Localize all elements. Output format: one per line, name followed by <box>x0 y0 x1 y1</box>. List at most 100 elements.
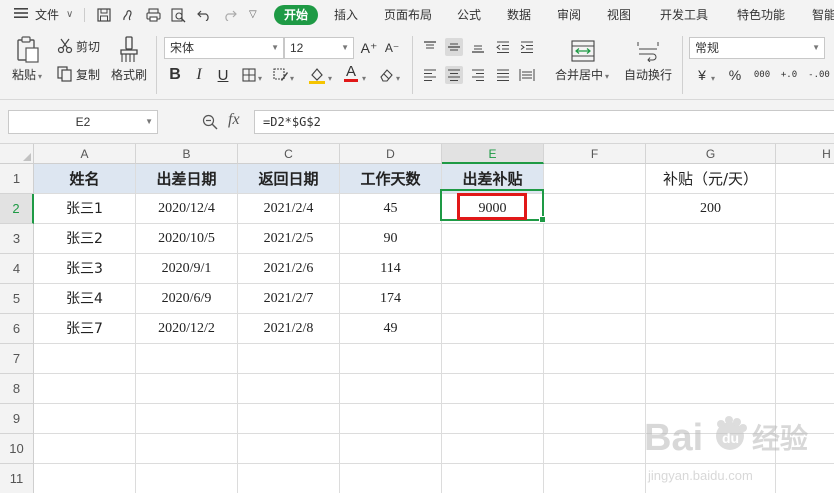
cell-h7[interactable] <box>776 344 834 374</box>
cell-g4[interactable] <box>646 254 776 284</box>
column-header-a[interactable]: A <box>34 144 136 164</box>
row-header-9[interactable]: 9 <box>0 404 34 434</box>
cell-c7[interactable] <box>238 344 340 374</box>
clear-format-dropdown-icon[interactable]: ▾ <box>396 72 400 86</box>
cell-d10[interactable] <box>340 434 442 464</box>
print-icon[interactable] <box>145 7 161 23</box>
chevron-down-icon[interactable]: ∨ <box>66 6 73 24</box>
cell-d8[interactable] <box>340 374 442 404</box>
distributed-align-icon[interactable] <box>518 66 536 84</box>
hamburger-icon[interactable] <box>14 6 28 24</box>
cell-g7[interactable] <box>646 344 776 374</box>
percent-icon[interactable]: % <box>726 66 744 84</box>
cell-e5[interactable] <box>442 284 544 314</box>
font-color-dropdown-icon[interactable]: ▾ <box>362 72 366 86</box>
cell-b8[interactable] <box>136 374 238 404</box>
merge-center-button[interactable]: 合并居中 <box>555 68 603 82</box>
redo-icon[interactable] <box>222 7 238 23</box>
fill-color-dropdown-icon[interactable]: ▾ <box>328 72 332 86</box>
cell-f2[interactable] <box>544 194 646 224</box>
cell-h1[interactable] <box>776 164 834 194</box>
borders-dropdown-icon[interactable]: ▾ <box>258 72 262 86</box>
currency-icon[interactable]: ¥ <box>693 66 711 84</box>
cell-a2[interactable]: 张三1 <box>34 194 136 224</box>
row-header-10[interactable]: 10 <box>0 434 34 464</box>
decrease-decimal-icon[interactable]: -.00 <box>806 66 832 84</box>
cell-g6[interactable] <box>646 314 776 344</box>
cell-d1[interactable]: 工作天数 <box>340 164 442 194</box>
tab-start[interactable]: 开始 <box>274 5 318 25</box>
decrease-font-icon[interactable]: A⁻ <box>383 39 401 57</box>
cell-a5[interactable]: 张三4 <box>34 284 136 314</box>
number-format-select[interactable]: 常规 ▼ <box>689 37 825 59</box>
cell-f11[interactable] <box>544 464 646 493</box>
cell-f1[interactable] <box>544 164 646 194</box>
save-icon[interactable] <box>96 7 112 23</box>
cell-c8[interactable] <box>238 374 340 404</box>
column-header-g[interactable]: G <box>646 144 776 164</box>
cell-d4[interactable]: 114 <box>340 254 442 284</box>
cut-button[interactable]: 剪切 <box>76 40 100 54</box>
cell-b6[interactable]: 2020/12/2 <box>136 314 238 344</box>
cell-h3[interactable] <box>776 224 834 254</box>
tab-insert[interactable]: 插入 <box>334 6 358 24</box>
cell-d11[interactable] <box>340 464 442 493</box>
cell-e1[interactable]: 出差补贴 <box>442 164 544 194</box>
font-name-select[interactable]: 宋体 ▼ <box>164 37 284 59</box>
justify-icon[interactable] <box>494 66 512 84</box>
increase-decimal-icon[interactable]: +.0 <box>778 66 800 84</box>
paste-dropdown-icon[interactable]: ▾ <box>38 70 42 84</box>
column-header-b[interactable]: B <box>136 144 238 164</box>
scissors-icon[interactable] <box>57 38 73 54</box>
wrap-text-button[interactable]: 自动换行 <box>624 68 672 82</box>
cell-f10[interactable] <box>544 434 646 464</box>
thousands-separator-icon[interactable]: 000 <box>751 66 773 84</box>
cell-g11[interactable] <box>646 464 776 493</box>
formula-input[interactable]: =D2*$G$2 <box>254 110 834 134</box>
cell-f9[interactable] <box>544 404 646 434</box>
paste-icon[interactable] <box>16 36 40 64</box>
merge-dropdown-icon[interactable]: ▾ <box>605 70 609 84</box>
cell-a8[interactable] <box>34 374 136 404</box>
cell-b5[interactable]: 2020/6/9 <box>136 284 238 314</box>
cell-b11[interactable] <box>136 464 238 493</box>
cell-e8[interactable] <box>442 374 544 404</box>
cell-c1[interactable]: 返回日期 <box>238 164 340 194</box>
cell-e10[interactable] <box>442 434 544 464</box>
cell-h5[interactable] <box>776 284 834 314</box>
select-all-corner[interactable] <box>0 144 34 164</box>
cell-style-icon[interactable] <box>272 66 290 84</box>
row-header-3[interactable]: 3 <box>0 224 34 254</box>
font-size-select[interactable]: 12 ▼ <box>284 37 354 59</box>
cell-h8[interactable] <box>776 374 834 404</box>
cell-c2[interactable]: 2021/2/4 <box>238 194 340 224</box>
cell-g9[interactable] <box>646 404 776 434</box>
align-bottom-icon[interactable] <box>469 38 487 56</box>
cell-f5[interactable] <box>544 284 646 314</box>
tab-view[interactable]: 视图 <box>607 6 631 24</box>
merge-center-icon[interactable] <box>571 40 595 62</box>
column-header-c[interactable]: C <box>238 144 340 164</box>
tab-data[interactable]: 数据 <box>507 6 531 24</box>
cell-c9[interactable] <box>238 404 340 434</box>
clear-format-icon[interactable] <box>378 66 396 84</box>
cell-a7[interactable] <box>34 344 136 374</box>
cell-b9[interactable] <box>136 404 238 434</box>
cell-a4[interactable]: 张三3 <box>34 254 136 284</box>
insert-function-icon[interactable]: fx <box>228 111 240 129</box>
zoom-icon[interactable] <box>202 114 218 130</box>
tab-smart[interactable]: 智能 <box>812 6 834 24</box>
borders-icon[interactable] <box>240 66 258 84</box>
decrease-indent-icon[interactable] <box>494 38 512 56</box>
cell-a1[interactable]: 姓名 <box>34 164 136 194</box>
cell-b2[interactable]: 2020/12/4 <box>136 194 238 224</box>
row-header-6[interactable]: 6 <box>0 314 34 344</box>
fill-color-icon[interactable] <box>308 66 326 84</box>
cell-h10[interactable] <box>776 434 834 464</box>
font-color-button[interactable]: A <box>342 64 360 82</box>
column-header-h[interactable]: H <box>776 144 834 164</box>
cell-c11[interactable] <box>238 464 340 493</box>
increase-font-icon[interactable]: A⁺ <box>360 39 378 57</box>
cell-e6[interactable] <box>442 314 544 344</box>
cell-a10[interactable] <box>34 434 136 464</box>
